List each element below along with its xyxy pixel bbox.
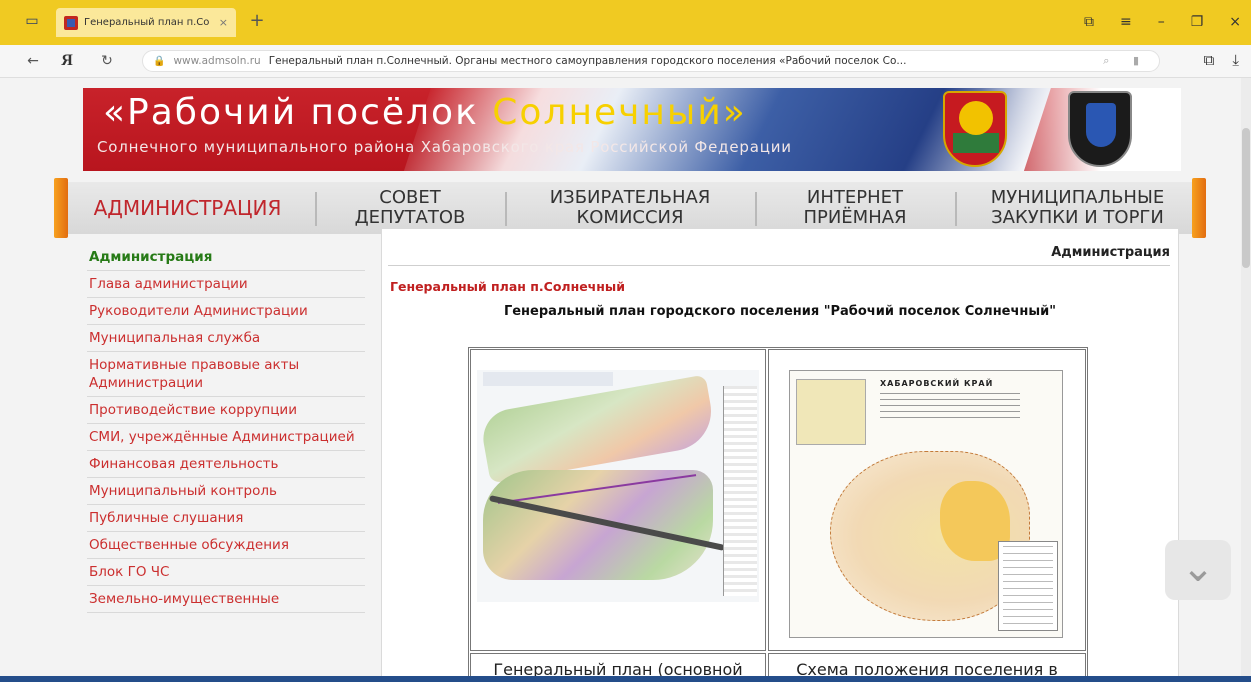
scroll-down-button[interactable]: ⌄ [1165,540,1231,600]
close-tab-icon[interactable]: × [219,16,228,29]
article-subtitle: Генеральный план городского поселения "Р… [503,304,1057,319]
heading-divider [388,265,1170,266]
window-controls: ⧉ ≡ – ❐ × [1084,10,1241,34]
back-icon[interactable]: ← [22,51,44,71]
site-title: «Рабочий посёлок Солнечный» [103,92,747,133]
browser-tabbar: ▭ Генеральный план п.Со × + ⧉ ≡ – ❐ × [0,0,1251,45]
translate-icon[interactable]: ⧉ [1204,51,1215,71]
url-page-title: Генеральный план п.Солнечный. Органы мес… [268,55,907,67]
tab-title: Генеральный план п.Со [84,17,210,28]
section-heading: Администрация [1051,245,1170,260]
map-zone [478,374,718,484]
nav-election-commission[interactable]: ИЗБИРАТЕЛЬНАЯ КОМИССИЯ [505,182,755,234]
sidebar-item-administration[interactable]: Администрация [87,244,365,271]
address-bar: ← Я ↻ 🔒 www.admsoln.ru Генеральный план … [0,45,1251,78]
toolbar-right: ⧉ ⤓ [1204,51,1239,71]
os-taskbar [0,676,1251,682]
nav-administration[interactable]: АДМИНИСТРАЦИЯ [60,182,315,234]
site-title-prefix: «Рабочий посёлок [103,92,493,133]
nav-internet-reception[interactable]: ИНТЕРНЕТ ПРИЁМНАЯ [755,182,955,234]
general-plan-thumbnail[interactable] [470,349,766,651]
map-title: ХАБАРОВСКИЙ КРАЙ [880,379,994,388]
tabs-overview-icon[interactable]: ▭ [20,12,44,30]
article-title: Генеральный план п.Солнечный [390,279,625,294]
sidebar-item-civil-defense[interactable]: Блок ГО ЧС [87,559,365,586]
site-favicon-icon [64,15,78,30]
bookmark-icon[interactable]: ⌕ ▮ [1103,54,1149,68]
scrollbar-thumb[interactable] [1242,128,1250,268]
map-header [483,372,613,386]
url-domain: www.admsoln.ru [173,55,261,67]
nav-procurement[interactable]: МУНИЦИПАЛЬНЫЕ ЗАКУПКИ И ТОРГИ [955,182,1200,234]
map-inset [796,379,866,445]
sidebar-item-head[interactable]: Глава администрации [87,271,365,298]
settlement-coat-of-arms-icon [943,91,1007,167]
site-banner: «Рабочий посёлок Солнечный» Солнечного м… [83,88,1181,171]
yandex-logo-icon[interactable]: Я [56,51,78,71]
web-page: «Рабочий посёлок Солнечный» Солнечного м… [0,78,1251,682]
sidebar-item-legal-acts[interactable]: Нормативные правовые акты Администрации [87,352,365,397]
map-notes [880,393,1020,423]
reload-icon[interactable]: ↻ [96,51,118,71]
main-navigation: АДМИНИСТРАЦИЯ СОВЕТ ДЕПУТАТОВ ИЗБИРАТЕЛЬ… [54,178,1206,238]
region-coat-of-arms-icon [1068,91,1132,167]
sidebar-item-municipal-service[interactable]: Муниципальная служба [87,325,365,352]
window-snap-icon[interactable]: ⧉ [1084,14,1094,30]
location-scheme-thumbnail[interactable]: ХАБАРОВСКИЙ КРАЙ [768,349,1086,651]
sidebar-item-anticorruption[interactable]: Противодействие коррупции [87,397,365,424]
site-title-accent: Солнечный» [492,92,747,133]
sidebar-item-land-property[interactable]: Земельно-имущественные [87,586,365,613]
downloads-icon[interactable]: ⤓ [1232,51,1239,71]
page-scrollbar[interactable] [1241,78,1251,682]
nav-council[interactable]: СОВЕТ ДЕПУТАТОВ [315,182,505,234]
sidebar-item-media[interactable]: СМИ, учреждённые Администрацией [87,424,365,451]
sidebar-item-leaders[interactable]: Руководители Администрации [87,298,365,325]
close-window-icon[interactable]: × [1229,14,1241,30]
sidebar-item-public-hearings[interactable]: Публичные слушания [87,505,365,532]
new-tab-button[interactable]: + [246,10,268,32]
sidebar-menu: Администрация Глава администрации Руково… [87,244,365,682]
map-legend [998,541,1058,631]
sidebar-item-municipal-control[interactable]: Муниципальный контроль [87,478,365,505]
sidebar-item-public-discussions[interactable]: Общественные обсуждения [87,532,365,559]
map-legend [723,386,757,596]
minimize-icon[interactable]: – [1158,14,1165,30]
document-table: ХАБАРОВСКИЙ КРАЙ Генеральный план (основ… [468,347,1088,682]
browser-tab-active[interactable]: Генеральный план п.Со × [56,8,236,37]
sidebar-item-finance[interactable]: Финансовая деятельность [87,451,365,478]
site-subtitle: Солнечного муниципального района Хабаров… [97,138,792,156]
browser-menu-icon[interactable]: ≡ [1120,14,1132,30]
restore-icon[interactable]: ❐ [1191,14,1204,30]
location-scheme-map-image: ХАБАРОВСКИЙ КРАЙ [789,370,1063,638]
general-plan-map-image [477,370,759,602]
map-zone [483,470,713,580]
url-field[interactable]: 🔒 www.admsoln.ru Генеральный план п.Солн… [142,50,1160,72]
lock-icon: 🔒 [153,55,166,67]
main-content: Администрация Генеральный план п.Солнечн… [381,228,1179,682]
